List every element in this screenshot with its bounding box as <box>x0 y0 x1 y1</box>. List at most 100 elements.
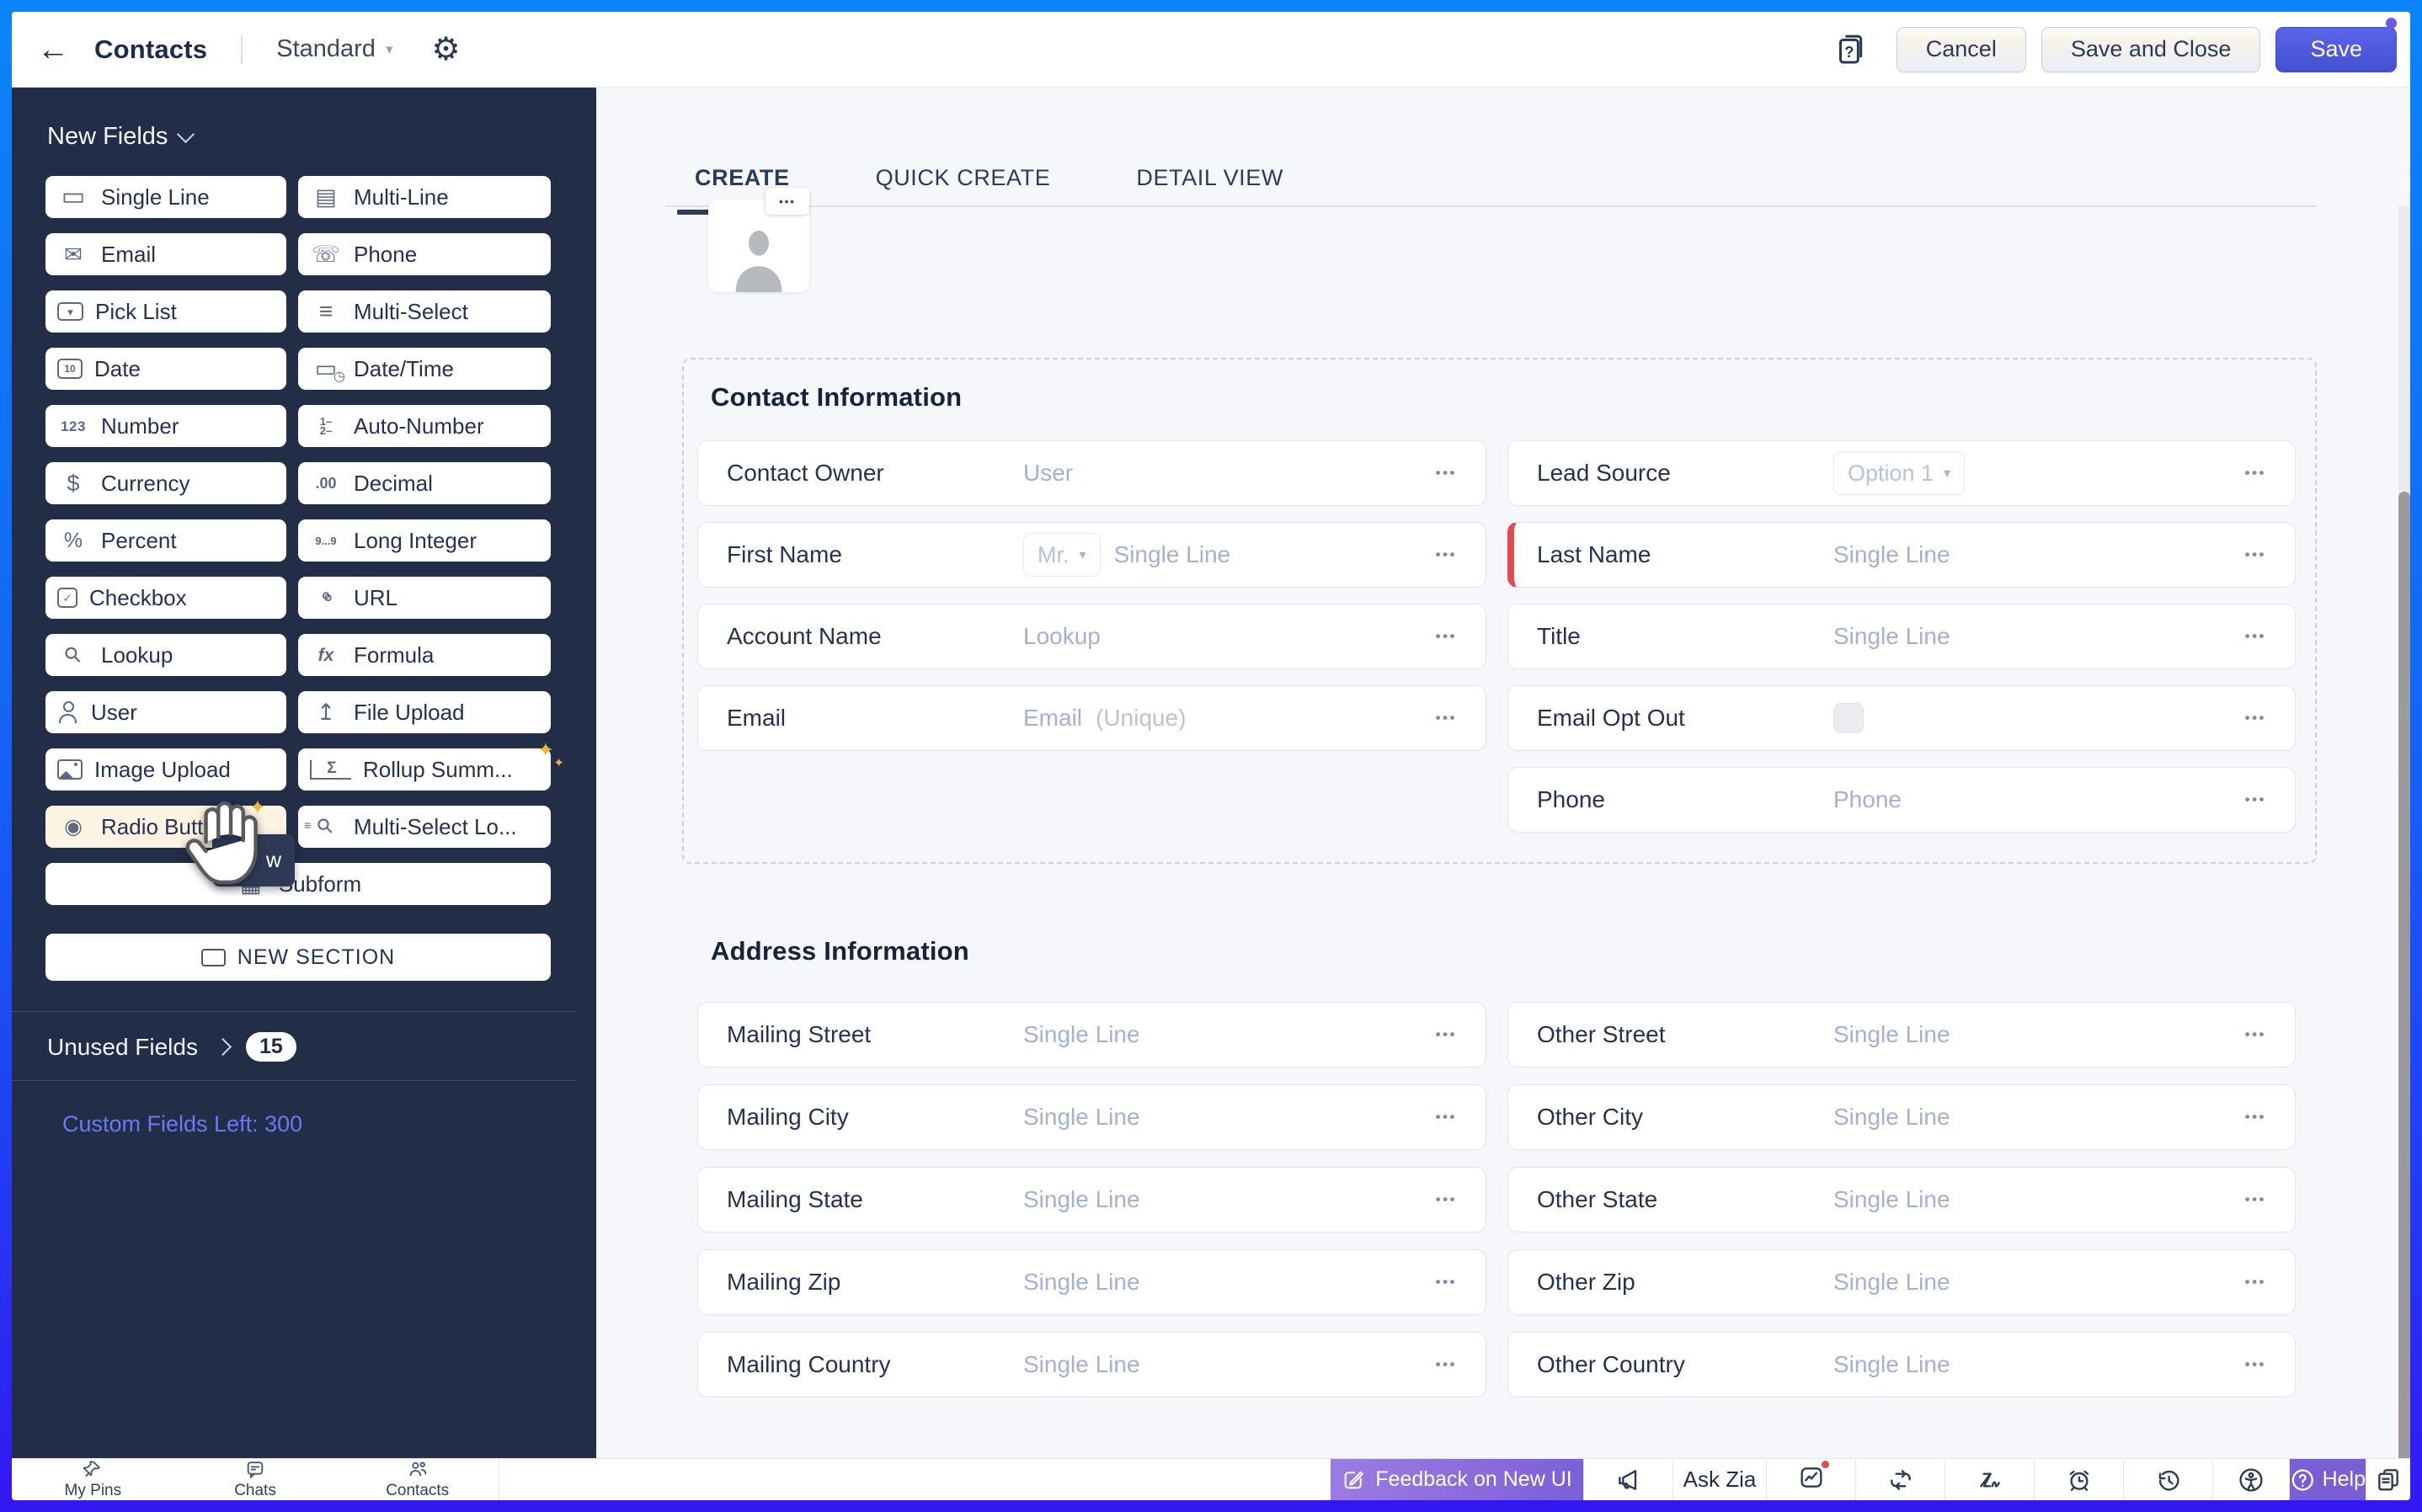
help-button[interactable]: Help <box>2289 1459 2366 1500</box>
field-card-email-opt-out[interactable]: Email Opt Out <box>1507 685 2296 751</box>
zia-button[interactable] <box>1945 1459 2034 1500</box>
sidebar-field-pick-list[interactable]: Pick List <box>45 290 286 333</box>
sidebar-field-lookup[interactable]: Lookup <box>45 634 286 676</box>
more-icon[interactable] <box>1436 1109 1457 1126</box>
copy-button[interactable] <box>2366 1459 2410 1500</box>
dock-item-my-pins[interactable]: My Pins <box>12 1459 174 1500</box>
ask-zia-label: Ask Zia <box>1683 1467 1757 1492</box>
salutation-select[interactable]: Mr. ▾ <box>1023 533 1101 577</box>
more-icon[interactable] <box>2245 1109 2266 1126</box>
scrollbar-track[interactable] <box>2398 205 2410 1500</box>
more-icon[interactable] <box>2245 1191 2266 1208</box>
field-card-account-name[interactable]: Account Name Lookup <box>697 604 1486 669</box>
sidebar-field-currency[interactable]: Currency <box>45 462 286 504</box>
sidebar-field-multi-select[interactable]: Multi-Select <box>298 290 551 333</box>
field-card-email[interactable]: Email Email (Unique) <box>697 685 1486 751</box>
sidebar-field-long-integer[interactable]: Long Integer <box>298 519 551 562</box>
more-icon[interactable] <box>2245 465 2266 482</box>
scrollbar-thumb[interactable] <box>2398 492 2410 1500</box>
sidebar-field-url[interactable]: URL <box>298 577 551 619</box>
more-icon[interactable] <box>2245 791 2266 808</box>
sidebar-field-phone[interactable]: Phone <box>298 233 551 275</box>
more-icon[interactable] <box>2245 1274 2266 1291</box>
sidebar-field-subform[interactable]: Subform <box>45 863 551 905</box>
loop-button[interactable] <box>1855 1459 1945 1500</box>
sidebar-field-number[interactable]: Number <box>45 405 286 447</box>
avatar-more-icon[interactable] <box>766 188 809 215</box>
more-icon[interactable] <box>2245 628 2266 645</box>
sidebar-field-image-upload[interactable]: Image Upload <box>45 748 286 791</box>
new-fields-dropdown[interactable]: New Fields <box>12 88 596 176</box>
sidebar-field-date[interactable]: Date <box>45 348 286 390</box>
field-card-other-city[interactable]: Other City Single Line <box>1507 1084 2296 1150</box>
cancel-button[interactable]: Cancel <box>1896 26 2026 72</box>
feedback-on-new-ui-button[interactable]: Feedback on New UI <box>1331 1459 1583 1500</box>
unused-fields-toggle[interactable]: Unused Fields 15 <box>12 1012 596 1080</box>
field-card-mailing-zip[interactable]: Mailing Zip Single Line <box>697 1249 1486 1315</box>
sidebar-field-checkbox[interactable]: Checkbox <box>45 577 286 619</box>
more-icon[interactable] <box>1436 1191 1457 1208</box>
field-card-other-state[interactable]: Other State Single Line <box>1507 1167 2296 1232</box>
sidebar-field-file-upload[interactable]: File Upload <box>298 691 551 733</box>
field-card-other-street[interactable]: Other Street Single Line <box>1507 1002 2296 1067</box>
more-icon[interactable] <box>2245 710 2266 727</box>
gear-icon[interactable]: ⚙ <box>431 34 460 66</box>
more-icon[interactable] <box>2245 546 2266 563</box>
reminders-button[interactable] <box>2034 1459 2123 1500</box>
save-and-close-button[interactable]: Save and Close <box>2041 26 2261 72</box>
sidebar-field-formula[interactable]: Formula <box>298 634 551 676</box>
more-icon[interactable] <box>2245 1356 2266 1373</box>
ask-zia-button[interactable]: Ask Zia <box>1672 1459 1766 1500</box>
announcements-button[interactable] <box>1583 1459 1672 1500</box>
field-card-other-country[interactable]: Other Country Single Line <box>1507 1332 2296 1398</box>
sidebar-field-email[interactable]: Email <box>45 233 286 275</box>
email-opt-out-checkbox[interactable] <box>1833 703 1864 733</box>
sidebar-field-percent[interactable]: Percent <box>45 519 286 562</box>
field-card-first-name[interactable]: First Name Mr. ▾ Single Line <box>697 522 1486 588</box>
new-section-button[interactable]: NEW SECTION <box>45 934 551 981</box>
field-card-other-zip[interactable]: Other Zip Single Line <box>1507 1249 2296 1315</box>
sidebar-field-decimal[interactable]: Decimal <box>298 462 551 504</box>
field-type-label: Long Integer <box>354 527 477 553</box>
field-card-title[interactable]: Title Single Line <box>1507 604 2296 669</box>
sidebar-field-date-time[interactable]: Date/Time <box>298 348 551 390</box>
dock-item-contacts[interactable]: Contacts <box>336 1459 499 1500</box>
more-icon[interactable] <box>1436 1274 1457 1291</box>
sidebar-field-radio-button[interactable]: Radio Button ✦ w <box>45 796 295 886</box>
layout-selector[interactable]: Standard ▾ <box>276 35 392 63</box>
field-type-label: Phone <box>354 241 418 267</box>
help-doc-icon[interactable]: ? <box>1833 29 1870 71</box>
sidebar-field-multi-select-lookup[interactable]: Multi-Select Lo... <box>298 806 551 848</box>
field-card-mailing-street[interactable]: Mailing Street Single Line <box>697 1002 1486 1067</box>
tab-detail-view[interactable]: DETAIL VIEW <box>1118 155 1301 213</box>
zia-scribble-icon <box>1979 1472 2000 1488</box>
lead-source-select[interactable]: Option 1 ▾ <box>1833 451 1966 495</box>
save-button[interactable]: Save <box>2275 26 2397 72</box>
sidebar-field-multi-line[interactable]: Multi-Line <box>298 176 551 218</box>
sidebar-field-auto-number[interactable]: Auto-Number <box>298 405 551 447</box>
field-card-mailing-city[interactable]: Mailing City Single Line <box>697 1084 1486 1150</box>
sidebar-field-user[interactable]: User <box>45 691 286 733</box>
history-button[interactable] <box>2123 1459 2212 1500</box>
more-icon[interactable] <box>1436 1026 1457 1043</box>
accessibility-button[interactable] <box>2212 1459 2289 1500</box>
more-icon[interactable] <box>1436 546 1457 563</box>
dock-item-chats[interactable]: Chats <box>174 1459 337 1500</box>
more-icon[interactable] <box>2245 1026 2266 1043</box>
field-card-mailing-state[interactable]: Mailing State Single Line <box>697 1167 1486 1232</box>
field-card-contact-owner[interactable]: Contact Owner User <box>697 440 1486 506</box>
more-icon[interactable] <box>1436 628 1457 645</box>
tab-quick-create[interactable]: QUICK CREATE <box>858 155 1069 213</box>
field-card-last-name[interactable]: Last Name Single Line <box>1507 522 2296 588</box>
field-card-lead-source[interactable]: Lead Source Option 1 ▾ <box>1507 440 2296 506</box>
back-icon[interactable]: ← <box>37 34 69 66</box>
field-card-phone[interactable]: Phone Phone <box>1507 767 2296 833</box>
field-card-mailing-country[interactable]: Mailing Country Single Line <box>697 1332 1486 1398</box>
more-icon[interactable] <box>1436 710 1457 727</box>
unused-fields-count-badge: 15 <box>245 1032 296 1062</box>
sidebar-field-single-line[interactable]: Single Line <box>45 176 286 218</box>
analytics-button[interactable] <box>1766 1459 1855 1500</box>
sidebar-field-rollup-summary[interactable]: Rollup Summ... ✦✦ <box>298 739 564 791</box>
more-icon[interactable] <box>1436 465 1457 482</box>
more-icon[interactable] <box>1436 1356 1457 1373</box>
